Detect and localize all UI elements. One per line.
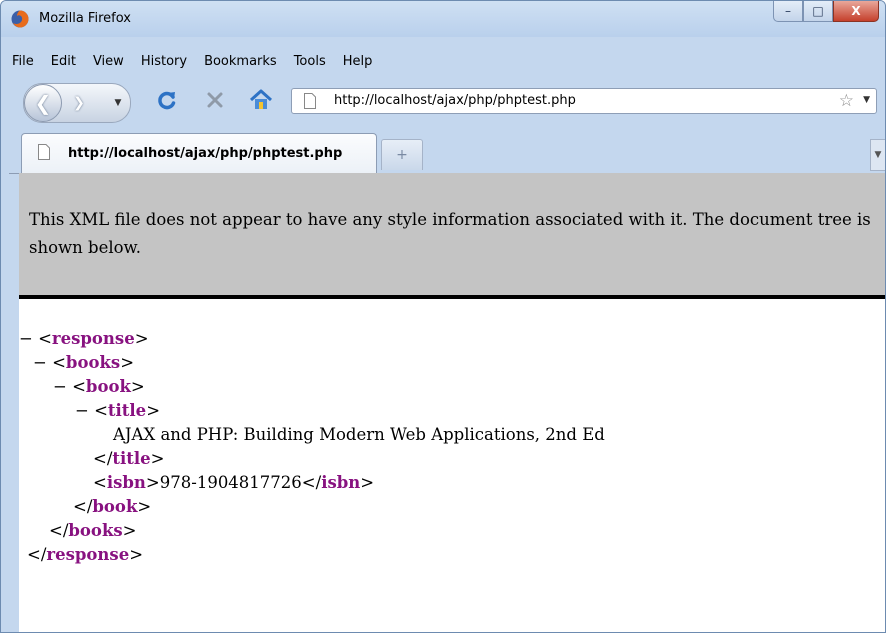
tab-strip: http://localhost/ajax/php/phptest.php + … — [9, 129, 885, 174]
collapse-toggle[interactable]: − — [33, 353, 47, 372]
plus-icon: + — [396, 147, 408, 163]
stop-button[interactable] — [202, 87, 228, 113]
back-button[interactable]: ❮ — [24, 84, 62, 122]
stop-icon — [207, 92, 223, 108]
tag-name: response — [51, 329, 135, 348]
tag-name: books — [65, 353, 121, 372]
history-dropdown-button[interactable]: ▼ — [110, 92, 126, 114]
xml-node-books-close: </books> — [49, 521, 137, 540]
back-arrow-icon: ❮ — [34, 91, 52, 115]
tag-name: title — [107, 401, 147, 420]
url-text[interactable]: http://localhost/ajax/php/phptest.php — [334, 93, 576, 108]
menu-help[interactable]: Help — [340, 52, 376, 71]
reload-icon — [158, 91, 176, 110]
menu-file[interactable]: File — [9, 52, 37, 71]
minimize-button[interactable]: – — [773, 1, 803, 22]
home-button[interactable] — [247, 86, 275, 114]
address-bar[interactable]: http://localhost/ajax/php/phptest.php ☆ … — [291, 88, 877, 114]
navigation-toolbar: ❮ ❯ ▼ http://localhost/ajax/php/phptest.… — [9, 77, 877, 125]
collapse-toggle[interactable]: − — [75, 401, 89, 420]
xml-text-title: AJAX and PHP: Building Modern Web Applic… — [113, 425, 605, 444]
menu-history[interactable]: History — [138, 52, 190, 71]
menu-bar: File Edit View History Bookmarks Tools H… — [9, 49, 877, 73]
xml-node-response-open: − <response> — [19, 329, 149, 348]
xml-info-message: This XML file does not appear to have an… — [29, 210, 871, 257]
xml-info-banner: This XML file does not appear to have an… — [19, 173, 885, 299]
tab-list-button[interactable]: ▼ — [870, 139, 885, 171]
tab-label: http://localhost/ajax/php/phptest.php — [68, 146, 343, 161]
xml-node-book-open: − <book> — [53, 377, 145, 396]
xml-node-response-close: </response> — [27, 545, 144, 564]
new-tab-button[interactable]: + — [381, 139, 423, 170]
tag-name: response — [46, 545, 130, 564]
forward-arrow-icon: ❯ — [73, 95, 85, 111]
chevron-down-icon: ▼ — [114, 98, 122, 108]
menu-edit[interactable]: Edit — [48, 52, 79, 71]
star-icon[interactable]: ☆ — [839, 91, 854, 111]
xml-text-isbn: 978-1904817726 — [159, 473, 302, 492]
tag-name: isbn — [321, 473, 361, 492]
tag-name: title — [112, 449, 151, 468]
page-icon — [38, 144, 50, 160]
page-content: This XML file does not appear to have an… — [19, 173, 885, 632]
forward-button[interactable]: ❯ — [64, 92, 94, 114]
xml-node-title-close: </title> — [93, 449, 165, 468]
tag-name: books — [68, 521, 123, 540]
url-dropdown-icon[interactable]: ▼ — [863, 95, 870, 105]
browser-window: Mozilla Firefox – □ X File Edit View His… — [0, 0, 886, 633]
title-bar: Mozilla Firefox – □ X — [1, 1, 885, 37]
chevron-down-icon: ▼ — [874, 150, 882, 160]
menu-tools[interactable]: Tools — [291, 52, 329, 71]
maximize-button[interactable]: □ — [803, 1, 833, 22]
tag-name: book — [85, 377, 131, 396]
firefox-logo-icon — [11, 10, 29, 28]
home-icon — [249, 89, 273, 109]
page-icon — [304, 93, 316, 109]
back-forward-group: ❮ ❯ ▼ — [23, 83, 131, 123]
window-title: Mozilla Firefox — [39, 11, 131, 26]
xml-node-title-open: − <title> — [75, 401, 161, 420]
caption-buttons: – □ X — [773, 1, 879, 23]
xml-node-books-open: − <books> — [33, 353, 135, 372]
close-button[interactable]: X — [833, 1, 879, 22]
xml-node-book-close: </book> — [73, 497, 152, 516]
menu-view[interactable]: View — [90, 52, 127, 71]
menu-bookmarks[interactable]: Bookmarks — [201, 52, 280, 71]
collapse-toggle[interactable]: − — [53, 377, 67, 396]
xml-node-isbn: <isbn>978-1904817726</isbn> — [93, 473, 375, 492]
tag-name: isbn — [106, 473, 146, 492]
collapse-toggle[interactable]: − — [19, 329, 33, 348]
tag-name: book — [92, 497, 138, 516]
tab-phptest[interactable]: http://localhost/ajax/php/phptest.php — [21, 133, 377, 173]
reload-button[interactable] — [154, 87, 180, 113]
